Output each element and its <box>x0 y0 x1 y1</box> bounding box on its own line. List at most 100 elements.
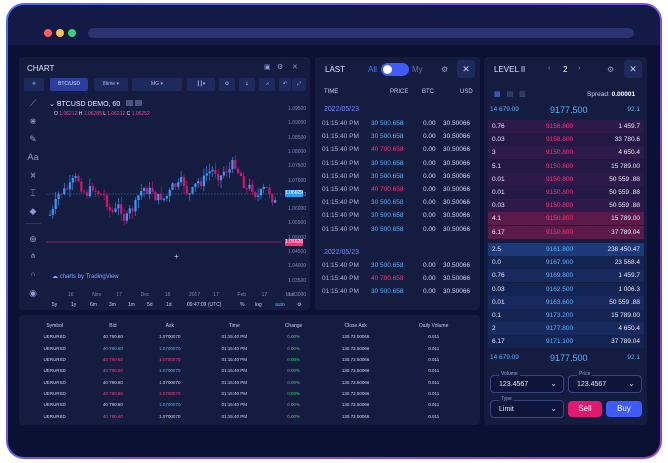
address-bar[interactable] <box>88 28 634 38</box>
chart-area[interactable]: + <box>46 95 282 287</box>
bid-row[interactable]: 0.76 9169.800 1 459.7 <box>488 269 644 283</box>
table-row[interactable]: UERURSD 40 790.60 1.0700070 01:15:40 PM 0.00… <box>24 377 474 388</box>
col-header[interactable]: Bid <box>85 320 140 331</box>
range-1y[interactable]: 1y <box>71 302 76 308</box>
bid-row[interactable]: 0.1 9173.200 15 789.00 <box>488 309 644 322</box>
pair-select[interactable]: BTC/USD <box>50 78 88 91</box>
fullscreen-icon[interactable]: ⤢ <box>292 78 306 91</box>
arrow-left-icon[interactable]: ◆ <box>27 205 39 217</box>
buy-button[interactable]: Buy <box>606 401 642 417</box>
ask-row[interactable]: 0.03 9150.800 50 559 .88 <box>488 199 644 213</box>
interval-select[interactable]: 8time ▾ <box>94 78 128 91</box>
compare-icon[interactable]: ⩘ <box>259 78 275 91</box>
ask-row[interactable]: 4.1 9150.800 15 789.00 <box>488 212 644 226</box>
ma-select[interactable]: MG ▾ <box>132 78 182 91</box>
table-row[interactable]: UERURSD 40 790.60 1.0700070 01:15:40 PM 0.00… <box>24 388 474 399</box>
bid-row[interactable]: 0.0 9167.900 23 568.4 <box>488 256 644 270</box>
range-1d[interactable]: 1d <box>166 302 172 308</box>
bid-row[interactable]: 0.01 9163.600 50 559 .88 <box>488 295 644 309</box>
maximize-dot[interactable] <box>68 29 76 37</box>
bid-row[interactable]: 0.03 9162.500 1 006.3 <box>488 282 644 296</box>
lock-icon[interactable]: ∩ <box>27 269 39 281</box>
text-icon[interactable]: Aa <box>27 151 39 163</box>
zoom-icon[interactable]: ⊕ <box>27 233 39 245</box>
gear-icon[interactable]: ⚙ <box>277 63 283 71</box>
auto-toggle[interactable]: auto <box>275 302 285 308</box>
candle-type-select[interactable]: ┃┃▾ <box>187 78 215 91</box>
price-tag-pink: 1.06628 <box>285 239 304 246</box>
indicators-icon[interactable]: ⍋ <box>239 78 255 91</box>
bid-row[interactable]: 2.5 9161.800 238 450.47 <box>488 243 644 256</box>
close-dot[interactable] <box>44 29 52 37</box>
table-row[interactable]: UERURSD 40 790.60 1.0700070 01:15:40 PM 0.00… <box>24 342 474 353</box>
ohlc-l: 1.06212 <box>107 111 126 117</box>
volume-field[interactable]: Volume 123.4567 ⌄ <box>490 371 564 393</box>
ask-row[interactable]: 0.03 9158.800 33 780.6 <box>488 133 644 147</box>
last-close-icon[interactable]: ✕ <box>457 60 475 78</box>
trade-t: 01:15:40 PM <box>322 262 359 269</box>
magnet-icon[interactable]: ⋔ <box>27 251 39 263</box>
save-icon[interactable]: ▣ <box>264 63 271 71</box>
col-header[interactable]: Symbol <box>24 320 85 331</box>
table-row[interactable]: UERURSD 40 790.60 1.0700070 01:15:40 PM 0.00… <box>24 411 474 422</box>
sell-button[interactable]: Sell <box>568 401 602 417</box>
depth-up-icon[interactable]: › <box>578 65 580 72</box>
eye-icon[interactable]: ◉ <box>27 287 39 299</box>
all-my-toggle[interactable] <box>381 63 409 76</box>
table-row[interactable]: UERURSD 40 790.60 1.0700070 01:15:40 PM 0.00… <box>24 399 474 410</box>
depth-down-icon[interactable]: ‹ <box>548 65 550 72</box>
range-1m[interactable]: 1m <box>128 302 135 308</box>
col-btc: BTC <box>422 89 434 95</box>
ask-row[interactable]: 6.17 9150.800 37 789.04 <box>488 225 644 239</box>
col-header[interactable]: Time <box>199 320 269 331</box>
ask-row[interactable]: 5.1 9150.800 15 789.00 <box>488 159 644 173</box>
col-header[interactable]: Ask <box>141 320 200 331</box>
settings-tool-icon[interactable]: ⚙ <box>219 78 235 91</box>
ask-row[interactable]: 0.76 9158.800 1 459.7 <box>488 120 644 133</box>
range-5d[interactable]: 5d <box>147 302 153 308</box>
candle-body <box>142 188 146 192</box>
bid-row[interactable]: 6.17 9171.100 37 789.04 <box>488 335 644 349</box>
table-row[interactable]: UERURSD 40 790.60 1.0700070 01:15:40 PM 0.00… <box>24 354 474 365</box>
table-row[interactable]: UERURSD 40 790.60 1.0700070 01:15:40 PM 0.00… <box>24 365 474 376</box>
view-bids-icon[interactable]: ▤ <box>507 91 514 98</box>
range-3m[interactable]: 3m <box>109 302 116 308</box>
ohlc-o: 1.06212 <box>59 111 78 117</box>
brush-icon[interactable]: ✎ <box>27 133 39 145</box>
table-row[interactable]: UERURSD 40 790.60 1.0700070 01:15:40 PM 0.00… <box>24 331 474 342</box>
range-6m[interactable]: 6m <box>90 302 97 308</box>
log-toggle[interactable]: log <box>255 302 262 308</box>
level2-title: LEVEL II <box>494 65 526 74</box>
last-gear-icon[interactable]: ⚙ <box>441 65 448 74</box>
chart-settings-icon[interactable]: ⚙ <box>297 302 301 308</box>
toggle-all-label[interactable]: All <box>368 65 377 74</box>
toggle-my-label[interactable]: My <box>412 65 423 74</box>
ask-p: 9150.800 <box>546 189 574 196</box>
price-field[interactable]: Price 123.4567 ⌄ <box>568 371 642 393</box>
minimize-dot[interactable] <box>56 29 64 37</box>
ohlc-c: 1.06252 <box>131 111 150 117</box>
fib-icon[interactable]: ⋇ <box>27 115 39 127</box>
trendline-icon[interactable]: ⟋ <box>27 97 39 109</box>
ask-row[interactable]: 0.01 9150.800 50 559 .88 <box>488 186 644 199</box>
undo-icon[interactable]: ↶ <box>279 78 291 91</box>
ask-row[interactable]: 3 9150.800 4 650.4 <box>488 146 644 160</box>
close-icon[interactable]: ✕ <box>292 63 298 71</box>
range-5y[interactable]: 5y <box>52 302 57 308</box>
level2-gear-icon[interactable]: ⚙ <box>607 65 614 74</box>
candlestick-chart[interactable]: + <box>46 95 282 287</box>
crosshair-tool[interactable]: ✛ <box>24 78 44 91</box>
type-field[interactable]: Type Limit ⌄ <box>490 396 564 418</box>
level2-close-icon[interactable]: ✕ <box>624 60 642 78</box>
view-asks-icon[interactable]: ▥ <box>519 91 526 98</box>
col-header[interactable]: Daily Volume <box>394 320 474 331</box>
view-both-icon[interactable]: ▦ <box>494 91 501 98</box>
col-header[interactable]: Close Ask <box>318 320 394 331</box>
pattern-icon[interactable]: ⩙ <box>27 169 39 181</box>
bid-row[interactable]: 2 9177.800 4 650.4 <box>488 322 644 336</box>
ask-row[interactable]: 0.01 9150.800 50 559 .88 <box>488 172 644 186</box>
measure-icon[interactable]: ⌶ <box>27 187 39 199</box>
col-header[interactable]: Change <box>269 320 317 331</box>
bid-p: 9167.900 <box>546 259 574 267</box>
pct-toggle[interactable]: % <box>240 302 244 308</box>
